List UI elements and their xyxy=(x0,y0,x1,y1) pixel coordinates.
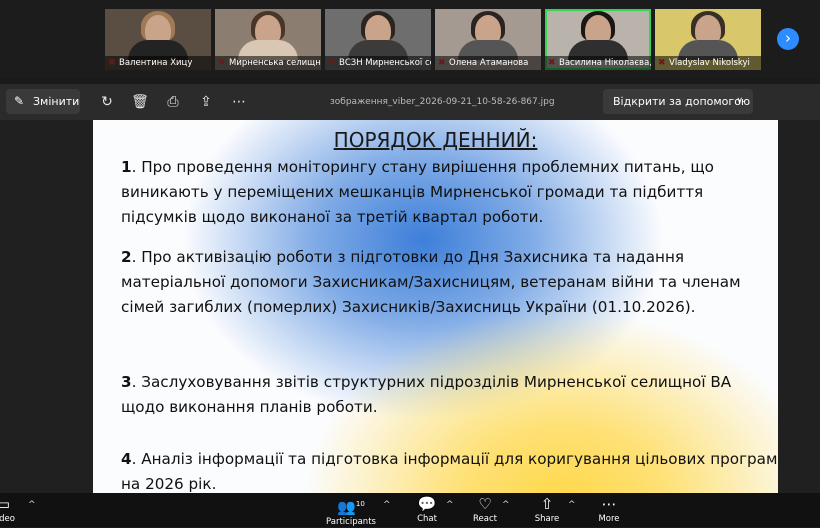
rotate-icon[interactable]: ↻ xyxy=(97,92,117,112)
participants-strip: ✖ Валентина Хицу ✖ Мирненська селищна ..… xyxy=(0,0,820,78)
video-options-caret-icon[interactable]: ^ xyxy=(28,500,36,510)
agenda-item: 1. Про проведення моніторингу стану вирі… xyxy=(121,155,778,230)
more-button[interactable]: ⋯ More xyxy=(592,495,626,525)
agenda-item-text: . Про активізацію роботи з підготовки до… xyxy=(121,248,741,316)
share-options-caret-icon[interactable]: ^ xyxy=(568,500,576,510)
participants-button[interactable]: 👥10 Participants xyxy=(326,495,376,528)
agenda-slide: ПОРЯДОК ДЕННИЙ: 1. Про проведення моніто… xyxy=(93,120,778,493)
open-with-button[interactable]: Відкрити за допомогою ∨ xyxy=(603,89,753,114)
participants-count: 10 xyxy=(355,500,365,508)
participants-label: Participants xyxy=(326,517,376,527)
participant-name: Василина Ніколаєва, Мир... xyxy=(545,56,651,70)
participants-icon: 👥10 xyxy=(337,498,365,516)
react-heart-icon: ♡ xyxy=(478,495,492,513)
agenda-item: 4. Аналіз інформації та підготовка інфор… xyxy=(121,447,778,493)
participant-name: Олена Атаманова xyxy=(435,56,541,70)
chat-options-caret-icon[interactable]: ^ xyxy=(446,500,454,510)
agenda-item: 2. Про активізацію роботи з підготовки д… xyxy=(121,245,778,320)
participant-tile-active-speaker[interactable]: ✖ Василина Ніколаєва, Мир... xyxy=(545,9,651,70)
more-icon[interactable]: ⋯ xyxy=(229,92,249,112)
video-button[interactable]: ▭ Video xyxy=(0,495,20,525)
agenda-item-text: . Заслуховування звітів структурних підр… xyxy=(121,373,732,416)
participant-name: ВСЗН Мирненської се... xyxy=(325,56,431,70)
next-page-arrow-icon[interactable]: › xyxy=(777,28,799,50)
agenda-item-number: 2 xyxy=(121,248,132,266)
image-viewer-canvas: ПОРЯДОК ДЕННИЙ: 1. Про проведення моніто… xyxy=(0,120,820,493)
agenda-item-number: 3 xyxy=(121,373,132,391)
agenda-item: 3. Заслуховування звітів структурних під… xyxy=(121,370,778,420)
react-options-caret-icon[interactable]: ^ xyxy=(502,500,510,510)
participant-tile[interactable]: ✖ Мирненська селищна ... xyxy=(215,9,321,70)
chat-icon: 💬 xyxy=(417,495,437,513)
print-icon[interactable]: ⎙ xyxy=(163,92,183,112)
chevron-down-icon: ∨ xyxy=(736,96,743,106)
video-label: Video xyxy=(0,514,15,524)
participant-name: Мирненська селищна ... xyxy=(215,56,321,70)
participant-tile[interactable]: ✖ Олена Атаманова xyxy=(435,9,541,70)
agenda-item-text: . Про проведення моніторингу стану виріш… xyxy=(121,158,714,226)
more-dots-icon: ⋯ xyxy=(601,495,617,513)
more-label: More xyxy=(598,514,620,524)
participant-name: Vladyslav Nikolskyi xyxy=(655,56,761,70)
share-screen-button[interactable]: ⇧ Share xyxy=(530,495,564,525)
agenda-item-text: . Аналіз інформації та підготовка інформ… xyxy=(121,450,778,493)
video-camera-icon: ▭ xyxy=(0,495,11,513)
trash-icon[interactable]: 🗑 xyxy=(130,92,150,112)
chat-button[interactable]: 💬 Chat xyxy=(410,495,444,525)
react-label: React xyxy=(473,514,497,524)
edit-button[interactable]: ✎ Змінити xyxy=(6,89,80,114)
share-screen-icon: ⇧ xyxy=(540,495,554,513)
image-viewer-toolbar: ✎ Змінити ↻ 🗑 ⎙ ⇪ ⋯ зображення_viber_202… xyxy=(0,84,820,120)
agenda-title: ПОРЯДОК ДЕННИЙ: xyxy=(333,128,538,152)
participant-tile[interactable]: ✖ ВСЗН Мирненської се... xyxy=(325,9,431,70)
meeting-controls-bar: ▭ Video ^ 👥10 Participants ^ 💬 Chat ^ ♡ … xyxy=(0,493,820,527)
participant-tile[interactable]: ✖ Vladyslav Nikolskyi xyxy=(655,9,761,70)
share-icon[interactable]: ⇪ xyxy=(196,92,216,112)
react-button[interactable]: ♡ React xyxy=(468,495,502,525)
open-with-label: Відкрити за допомогою xyxy=(613,95,751,108)
participant-tile[interactable]: ✖ Валентина Хицу xyxy=(105,9,211,70)
edit-icon: ✎ xyxy=(14,94,25,108)
participant-name: Валентина Хицу xyxy=(105,56,211,70)
agenda-item-number: 1 xyxy=(121,158,132,176)
edit-label: Змінити xyxy=(33,95,80,108)
file-name: зображення_viber_2026-09-21_10-58-26-867… xyxy=(330,97,555,107)
participants-options-caret-icon[interactable]: ^ xyxy=(383,500,391,510)
share-label: Share xyxy=(534,514,560,524)
agenda-item-number: 4 xyxy=(121,450,132,468)
chat-label: Chat xyxy=(417,514,437,524)
